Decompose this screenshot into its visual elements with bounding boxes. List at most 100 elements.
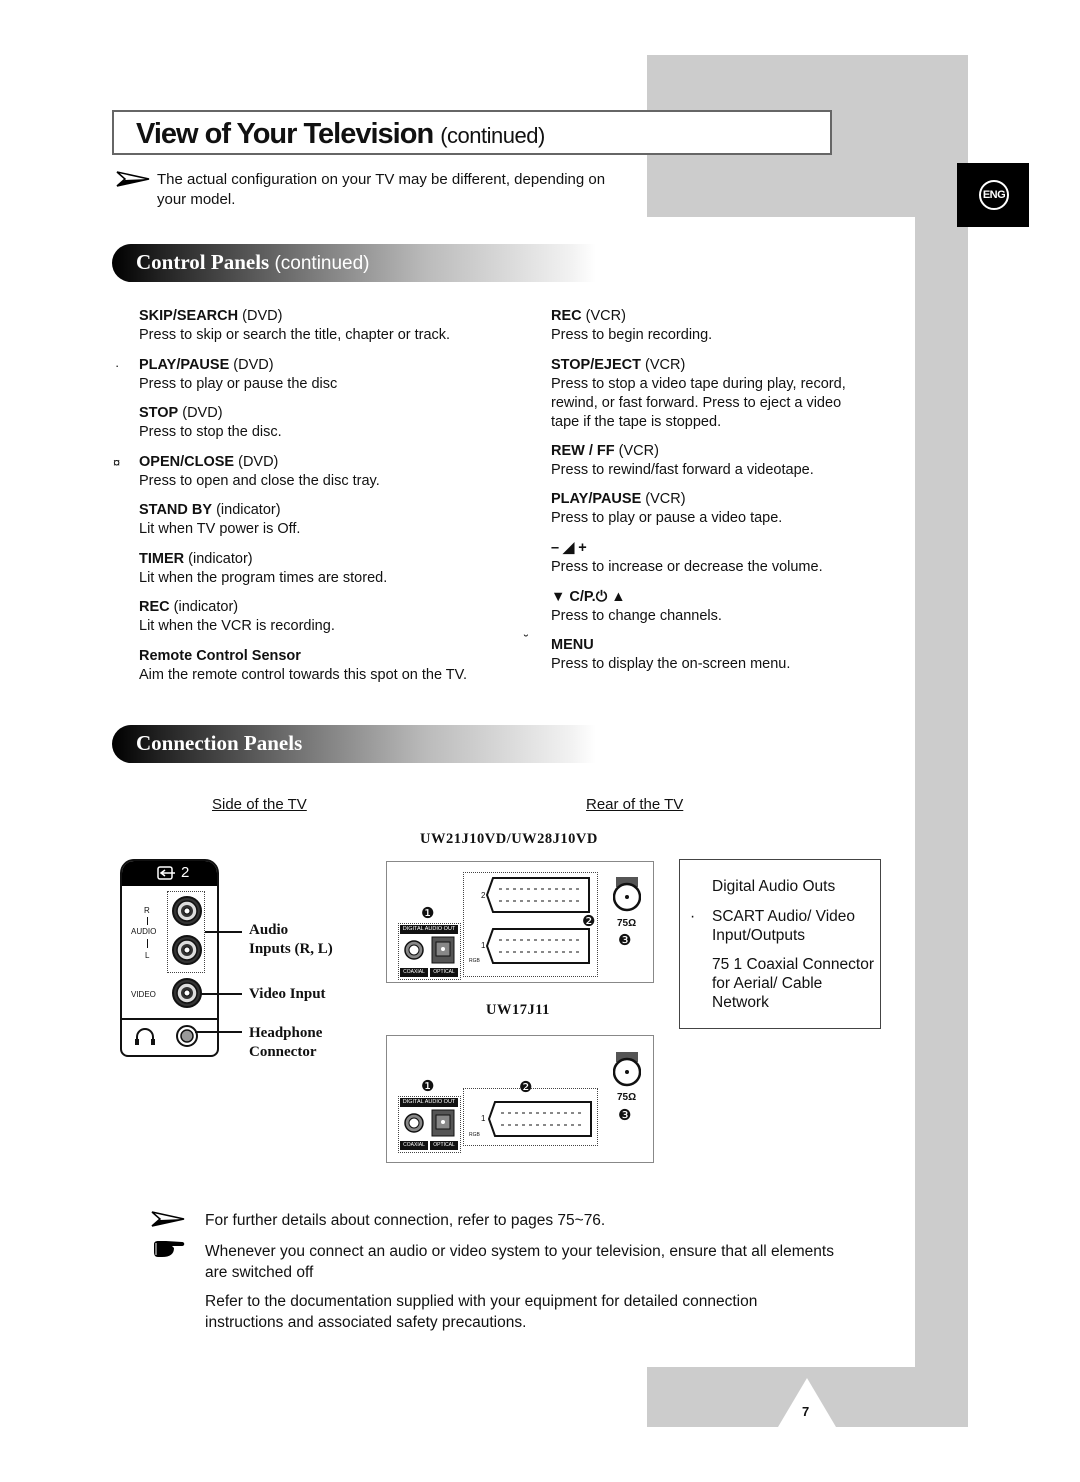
pointing-hand-icon	[154, 1241, 185, 1257]
footer-note-documentation: Refer to the documentation supplied with…	[205, 1293, 758, 1331]
digital-audio-out-label: DIGITAL AUDIO OUT	[400, 925, 458, 934]
control-item-qualifier: (indicator)	[173, 599, 239, 615]
control-item-desc: Press to skip or search the title, chapt…	[139, 327, 451, 343]
note-arrow-icon	[116, 171, 150, 187]
control-panels-heading-suffix: (continued)	[274, 253, 370, 274]
aerial-ohm-label: 75Ω	[617, 1092, 637, 1103]
side-connection-panel: 2 R AUDIO L VIDEO	[120, 859, 219, 1057]
page-number: 7	[802, 1404, 810, 1419]
audio-inputs-label-line1: Audio	[249, 922, 289, 938]
marker-3: ❸	[618, 1107, 632, 1124]
headphone-callout-line	[195, 1031, 242, 1033]
control-item-qualifier: (VCR)	[618, 443, 659, 459]
model-label-b: UW17J11	[486, 1002, 550, 1018]
channel-control-symbol: ▼ C/P.⏻ ▲	[551, 589, 626, 605]
audio-callout-line	[205, 931, 242, 933]
control-item: REW / FF (VCR) Press to rewind/fast forw…	[551, 442, 814, 480]
control-item-qualifier: (DVD)	[238, 454, 279, 470]
control-item-desc: Press to stop a video tape during play, …	[551, 376, 846, 430]
marker-1: ❶	[421, 1078, 435, 1095]
control-item: Remote Control Sensor Aim the remote con…	[139, 647, 469, 685]
optical-jack-icon	[431, 936, 455, 964]
control-item-desc: Press to rewind/fast forward a videotape…	[551, 462, 814, 478]
control-item-title: SKIP/SEARCH	[139, 308, 239, 324]
audio-r-label: R	[144, 906, 150, 915]
scart1-connector-icon	[485, 928, 590, 964]
control-item-qualifier: (DVD)	[242, 308, 283, 324]
control-item-desc: Press to begin recording.	[551, 327, 713, 343]
control-item-title: REC	[551, 308, 582, 324]
control-item-marker: ¤	[113, 455, 121, 470]
video-input-label: Video Input	[249, 986, 326, 1002]
control-item-desc: Press to increase or decrease the volume…	[551, 559, 823, 575]
control-item-desc: Lit when TV power is Off.	[139, 521, 301, 537]
legend-item-digital-audio: Digital Audio Outs	[712, 878, 836, 895]
control-item: REC (indicator) Lit when the VCR is reco…	[139, 598, 335, 636]
connection-panels-banner: Connection Panels	[112, 725, 596, 763]
coaxial-jack-icon	[404, 940, 424, 960]
control-item-desc: Press to open and close the disc tray.	[139, 473, 380, 489]
control-item-qualifier: (VCR)	[645, 491, 686, 507]
control-item-qualifier: (VCR)	[585, 308, 626, 324]
footer-note-switch-off: Whenever you connect an audio or video s…	[205, 1243, 834, 1281]
headphone-label-line1: Headphone	[249, 1025, 323, 1041]
volume-control-symbol: – ◢ +	[551, 540, 587, 556]
audio-label-line-top	[147, 917, 148, 925]
language-badge-label: ENG	[979, 180, 1009, 210]
connection-legend: Digital Audio Outs · SCART Audio/ Video …	[679, 859, 881, 1029]
control-item-title: REC	[139, 599, 170, 615]
control-item: ▼ C/P.⏻ ▲ Press to change channels.	[551, 588, 722, 626]
control-item: REC (VCR) Press to begin recording.	[551, 307, 712, 345]
audio-inputs-label: Audio Inputs (R, L)	[249, 921, 333, 959]
page-title-main: View of Your Television	[136, 118, 434, 150]
optical-label: OPTICAL	[430, 1141, 458, 1150]
control-panels-heading: Control Panels (continued)	[136, 250, 370, 275]
rear-of-tv-label: Rear of the TV	[586, 796, 684, 813]
control-item-desc: Press to stop the disc.	[139, 424, 282, 440]
control-panels-banner: Control Panels (continued)	[112, 244, 596, 282]
control-item: STOP/EJECT (VCR) Press to stop a video t…	[551, 356, 869, 432]
note-arrow-icon	[151, 1211, 185, 1227]
rear-panel-uw21j10vd: ❶ DIGITAL AUDIO OUT COAXIAL OPTICAL 2 1 …	[386, 861, 654, 983]
rear-panel-uw17j11: ❶ DIGITAL AUDIO OUT COAXIAL OPTICAL ❷ 1 …	[386, 1035, 654, 1163]
control-item-marker: ˘	[524, 632, 529, 647]
page-title-box: View of Your Television (continued)	[112, 110, 832, 155]
control-item-qualifier: (VCR)	[645, 357, 686, 373]
digital-audio-out-group: DIGITAL AUDIO OUT COAXIAL OPTICAL	[398, 923, 461, 980]
audio-label-line-bottom	[147, 939, 148, 948]
optical-jack-icon	[431, 1109, 455, 1137]
control-item: ˘ MENU Press to display the on-screen me…	[524, 632, 790, 674]
control-item-desc: Lit when the program times are stored.	[139, 570, 388, 586]
page-number-triangle	[778, 1378, 836, 1427]
control-item: – ◢ + Press to increase or decrease the …	[551, 539, 823, 577]
coaxial-jack-icon	[404, 1113, 424, 1133]
control-item-title: TIMER	[139, 551, 185, 567]
control-panels-heading-main: Control Panels	[136, 250, 270, 274]
audio-inputs-label-line2: Inputs (R, L)	[249, 941, 333, 957]
control-item: · PLAY/PAUSE (DVD) Press to play or paus…	[115, 356, 337, 394]
control-item-title: Remote Control Sensor	[139, 648, 301, 664]
control-item-qualifier: (indicator)	[188, 551, 253, 567]
legend-item-coaxial: 75 1 Coaxial Connector for Aerial/ Cable…	[712, 956, 874, 1011]
headphone-jack-icon	[176, 1025, 198, 1047]
control-item-desc: Lit when the VCR is recording.	[139, 618, 335, 634]
audio-label: AUDIO	[131, 927, 157, 936]
connection-panels-heading: Connection Panels	[136, 731, 303, 755]
control-item-desc: Press to change channels.	[551, 608, 722, 624]
control-item-qualifier: (indicator)	[216, 502, 281, 518]
control-item: STAND BY (indicator) Lit when TV power i…	[139, 501, 300, 539]
digital-audio-out-group: DIGITAL AUDIO OUT COAXIAL OPTICAL	[398, 1096, 461, 1153]
control-item-title: MENU	[551, 637, 594, 653]
control-item-qualifier: (DVD)	[182, 405, 223, 421]
aerial-connector-icon	[613, 1052, 641, 1087]
control-item: PLAY/PAUSE (VCR) Press to play or pause …	[551, 490, 782, 528]
page-title-suffix: (continued)	[440, 123, 545, 148]
control-item: SKIP/SEARCH (DVD) Press to skip or searc…	[139, 307, 450, 345]
control-item-qualifier: (DVD)	[233, 357, 274, 373]
scart1-connector-icon	[487, 1101, 592, 1137]
control-item: ¤ OPEN/CLOSE (DVD) Press to open and clo…	[113, 453, 380, 491]
config-note: The actual configuration on your TV may …	[157, 171, 606, 208]
marker-2: ❷	[519, 1079, 533, 1096]
model-label-a: UW21J10VD/UW28J10VD	[420, 831, 598, 847]
coaxial-label: COAXIAL	[400, 1141, 428, 1150]
